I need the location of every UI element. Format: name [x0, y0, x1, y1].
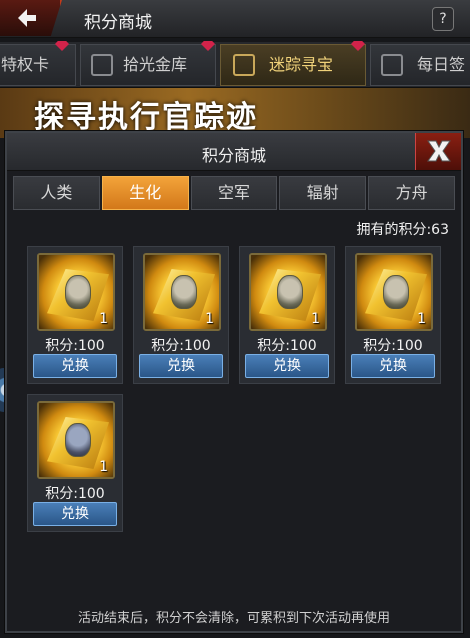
- tab-daily-signin[interactable]: 每日签: [370, 44, 470, 86]
- item-quantity: 1: [417, 311, 426, 327]
- exchange-button[interactable]: 兑换: [351, 354, 435, 378]
- exchange-button[interactable]: 兑换: [33, 354, 117, 378]
- tab-ark[interactable]: 方舟: [368, 176, 455, 210]
- checkbox-icon: [381, 54, 403, 76]
- tab-treasure-hunt[interactable]: 迷踪寻宝: [220, 41, 366, 86]
- item-cost: 积分:100: [257, 338, 317, 354]
- character-portrait: [277, 275, 303, 309]
- tab-label: 迷踪寻宝: [269, 55, 334, 74]
- exchange-button[interactable]: 兑换: [139, 354, 223, 378]
- tab-human[interactable]: 人类: [13, 176, 100, 210]
- category-tabs: 人类 生化 空军 辐射 方舟: [13, 176, 455, 210]
- dialog-header: 积分商城: [7, 133, 461, 171]
- item-quantity: 1: [311, 311, 320, 327]
- top-bar: 积分商城 ?: [0, 0, 470, 38]
- exchange-button[interactable]: 兑换: [245, 354, 329, 378]
- footer-note: 活动结束后，积分不会清除，可累积到下次活动再使用: [77, 611, 390, 626]
- item-icon-frame[interactable]: 1: [37, 401, 115, 479]
- character-portrait: [65, 423, 91, 457]
- points-shop-dialog: 积分商城 人类 生化 空军 辐射 方舟 拥有的积分:63 1 积分:100 兑换…: [5, 131, 463, 633]
- close-icon: [427, 140, 451, 162]
- close-button[interactable]: [415, 133, 461, 170]
- character-portrait: [65, 275, 91, 309]
- help-button[interactable]: ?: [432, 7, 454, 31]
- vault-icon: [91, 54, 113, 76]
- item-cost: 积分:100: [363, 338, 423, 354]
- shop-item: 1 积分:100 兑换: [27, 246, 123, 384]
- screen: 积分商城 ? 特权卡 拾光金库 迷踪寻宝 每日签 探寻执行官踪迹 积分商城 人类…: [0, 0, 470, 638]
- item-quantity: 1: [99, 459, 108, 475]
- shop-item: 1 积分:100 兑换: [133, 246, 229, 384]
- tab-radiation[interactable]: 辐射: [279, 176, 367, 210]
- search-icon: [233, 54, 255, 76]
- item-cost: 积分:100: [45, 486, 105, 502]
- tab-label: 每日签: [417, 55, 466, 74]
- item-quantity: 1: [205, 311, 214, 327]
- shop-item: 1 积分:100 兑换: [345, 246, 441, 384]
- tab-label: 拾光金库: [123, 55, 188, 74]
- gem-icon: [351, 41, 365, 51]
- back-arrow-icon: [18, 9, 36, 27]
- item-icon-frame[interactable]: 1: [355, 253, 433, 331]
- banner-title: 探寻执行官踪迹: [34, 100, 258, 135]
- back-button[interactable]: [0, 0, 62, 36]
- item-quantity: 1: [99, 311, 108, 327]
- exchange-button[interactable]: 兑换: [33, 502, 117, 526]
- points-balance: 拥有的积分:63: [356, 222, 449, 238]
- tab-label: 特权卡: [1, 55, 50, 74]
- gem-icon: [201, 41, 215, 51]
- tab-mutant[interactable]: 生化: [101, 176, 189, 210]
- tab-privilege-card[interactable]: 特权卡: [0, 41, 76, 86]
- item-cost: 积分:100: [151, 338, 211, 354]
- shop-item: 1 积分:100 兑换: [27, 394, 123, 532]
- character-portrait: [171, 275, 197, 309]
- item-icon-frame[interactable]: 1: [249, 253, 327, 331]
- page-title: 积分商城: [84, 13, 152, 33]
- tab-air-force[interactable]: 空军: [190, 176, 278, 210]
- background-tab-bar: 特权卡 拾光金库 迷踪寻宝 每日签: [0, 41, 470, 88]
- item-icon-frame[interactable]: 1: [37, 253, 115, 331]
- tab-vault[interactable]: 拾光金库: [80, 41, 216, 86]
- shop-item: 1 积分:100 兑换: [239, 246, 335, 384]
- item-icon-frame[interactable]: 1: [143, 253, 221, 331]
- character-portrait: [383, 275, 409, 309]
- gem-icon: [55, 41, 69, 51]
- dialog-title: 积分商城: [201, 146, 266, 165]
- item-cost: 积分:100: [45, 338, 105, 354]
